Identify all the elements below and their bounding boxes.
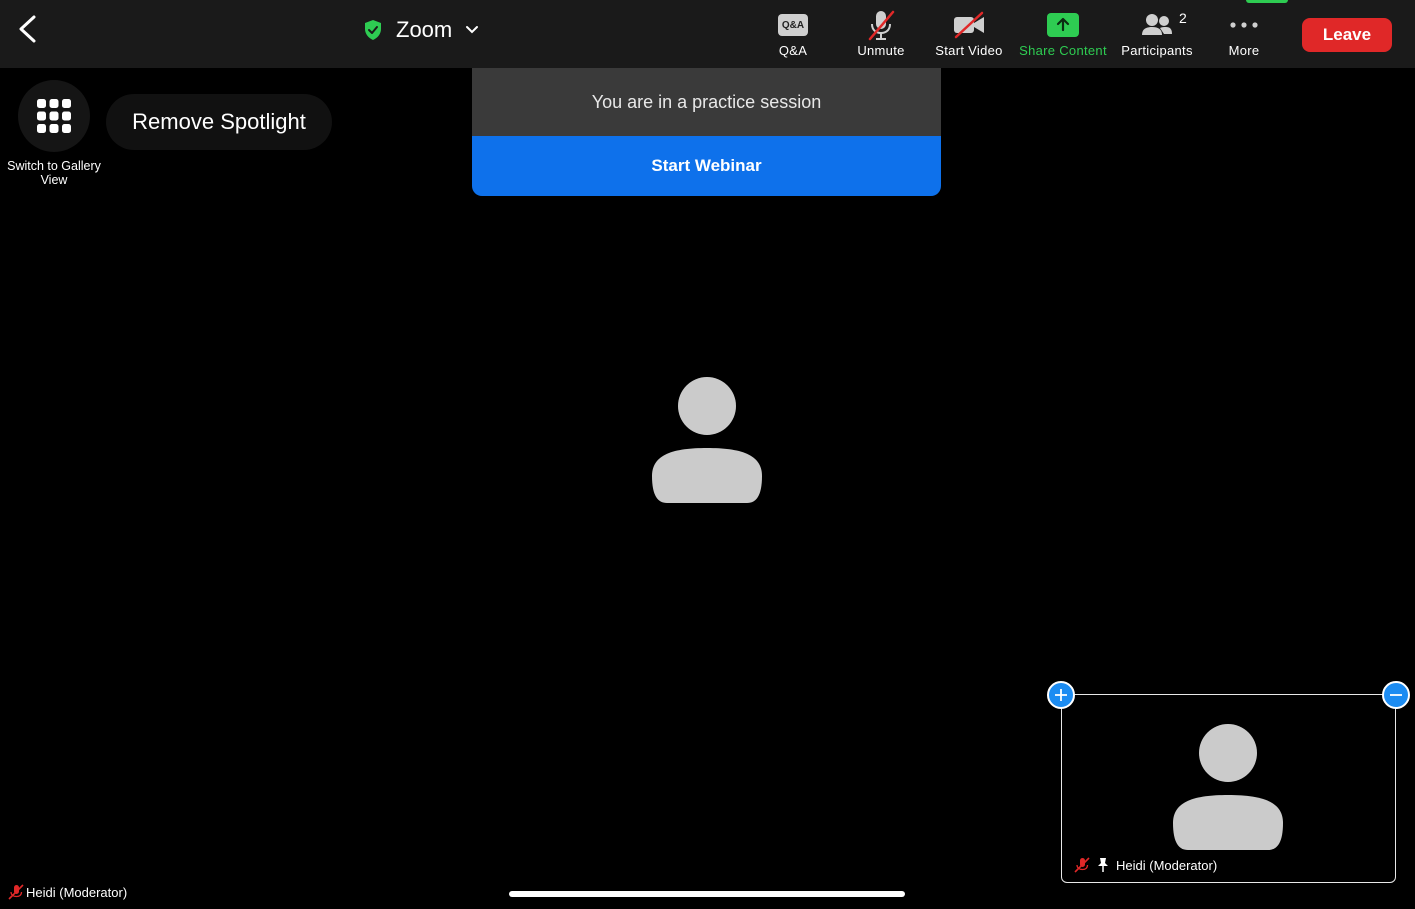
microphone-muted-icon [1074,857,1090,873]
qa-button[interactable]: Q&A Q&A [772,8,814,64]
unmute-label: Unmute [857,43,905,58]
start-video-button[interactable]: Start Video [930,8,1008,64]
share-arrow-icon [1047,13,1079,37]
more-button[interactable]: More [1224,8,1264,64]
expand-thumbnail-button[interactable] [1047,681,1075,709]
more-dots-icon [1230,22,1258,28]
gallery-view-label: Switch to Gallery View [7,159,101,187]
avatar-placeholder-icon [1173,724,1283,850]
thumbnail-name: Heidi (Moderator) [1116,857,1218,873]
participants-count: 2 [1179,10,1187,26]
top-toolbar: Zoom Q&A Q&A Unmute Start Video Share Co… [0,0,1415,68]
thumbnail-name-tag: Heidi (Moderator) [1074,857,1217,873]
microphone-muted-icon [8,884,24,900]
practice-session-banner: You are in a practice session Start Webi… [472,68,941,196]
participants-icon [1142,14,1172,35]
shield-check-icon [365,20,381,40]
main-name-tag: Heidi (Moderator) [8,884,127,900]
more-label: More [1228,43,1260,58]
participants-label: Participants [1121,43,1193,58]
meeting-title: Zoom [396,17,453,42]
practice-session-message: You are in a practice session [472,68,941,136]
start-video-label: Start Video [935,43,1003,58]
share-indicator-strip [1246,0,1288,3]
unmute-button[interactable]: Unmute [851,8,911,64]
qa-icon: Q&A [778,14,808,36]
microphone-muted-icon [868,10,895,41]
minimize-thumbnail-button[interactable] [1382,681,1410,709]
chevron-down-icon [466,26,479,34]
pin-icon [1098,858,1108,872]
qa-label: Q&A [778,43,808,58]
gallery-view-button[interactable] [18,80,90,152]
home-indicator[interactable] [509,891,905,897]
start-webinar-button[interactable]: Start Webinar [472,136,941,196]
remove-spotlight-button[interactable]: Remove Spotlight [106,94,332,150]
avatar-placeholder-icon [652,377,762,503]
plus-icon [1055,689,1067,701]
minus-icon [1390,694,1402,696]
leave-button[interactable]: Leave [1302,18,1392,52]
main-name: Heidi (Moderator) [26,884,128,900]
meeting-title-dropdown[interactable]: Zoom [362,14,480,46]
share-content-label: Share Content [1019,43,1107,58]
share-content-button[interactable]: Share Content [1015,8,1111,64]
grid-icon [37,99,71,133]
self-view-thumbnail[interactable]: Heidi (Moderator) [1061,694,1396,883]
video-camera-off-icon [954,11,984,39]
back-arrow-icon[interactable] [14,14,42,44]
